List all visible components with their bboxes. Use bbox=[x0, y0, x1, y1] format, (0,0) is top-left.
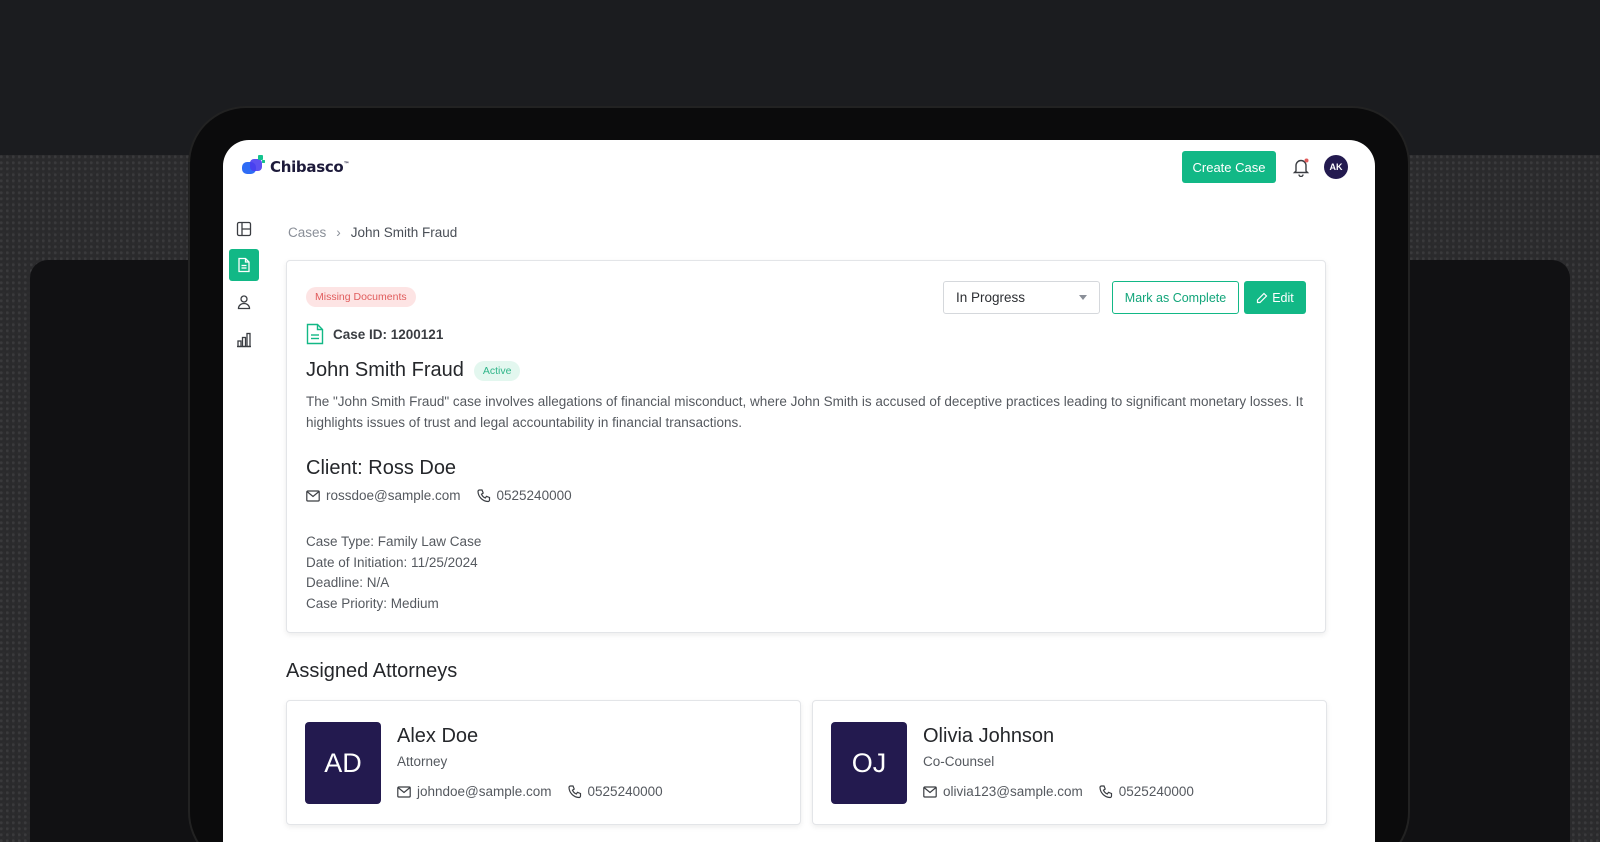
case-priority: Case Priority: Medium bbox=[306, 595, 439, 611]
user-icon bbox=[237, 295, 251, 310]
logo-text: Chibasco™ bbox=[270, 158, 350, 176]
client-email-text: rossdoe@sample.com bbox=[326, 488, 461, 503]
case-status-value: In Progress bbox=[956, 290, 1026, 305]
app-logo[interactable]: Chibasco™ bbox=[241, 154, 349, 180]
attorney-card[interactable]: OJ Olivia Johnson Co-Counsel olivia123@s… bbox=[812, 700, 1327, 825]
case-details-list: Case Type: Family Law Case Date of Initi… bbox=[306, 532, 481, 614]
attorney-phone[interactable]: 0525240000 bbox=[1099, 784, 1194, 799]
breadcrumb-separator: › bbox=[336, 225, 341, 240]
assigned-attorneys-heading: Assigned Attorneys bbox=[286, 660, 458, 682]
case-title: John Smith Fraud bbox=[306, 359, 464, 381]
layout-icon bbox=[236, 221, 252, 237]
mark-complete-button[interactable]: Mark as Complete bbox=[1112, 281, 1239, 314]
client-email[interactable]: rossdoe@sample.com bbox=[306, 488, 461, 503]
case-description: The "John Smith Fraud" case involves all… bbox=[306, 394, 1304, 430]
attorney-email[interactable]: johndoe@sample.com bbox=[397, 784, 552, 799]
phone-icon bbox=[567, 784, 581, 798]
breadcrumb-current: John Smith Fraud bbox=[350, 225, 458, 240]
attorney-avatar: OJ bbox=[831, 722, 907, 804]
case-title-row: John Smith Fraud Active bbox=[306, 359, 521, 382]
attorney-avatar: AD bbox=[305, 722, 381, 804]
client-phone-text: 0525240000 bbox=[496, 488, 572, 503]
sidebar-item-reports[interactable] bbox=[229, 324, 259, 356]
pencil-icon bbox=[1257, 292, 1268, 303]
client-phone[interactable]: 0525240000 bbox=[476, 488, 572, 503]
mail-icon bbox=[923, 785, 937, 798]
attorney-email-text: olivia123@sample.com bbox=[943, 784, 1083, 799]
phone-icon bbox=[1099, 784, 1112, 798]
case-details-card: Missing Documents In Progress Mark as Co… bbox=[286, 260, 1326, 633]
client-heading: Client: Ross Doe bbox=[306, 457, 457, 479]
phone-icon bbox=[476, 488, 490, 502]
edit-button-label: Edit bbox=[1272, 290, 1294, 305]
bell-icon[interactable] bbox=[1292, 157, 1310, 178]
deadline: Deadline: N/A bbox=[306, 575, 390, 590]
breadcrumb-cases-link[interactable]: Cases bbox=[288, 225, 326, 240]
attorney-role: Co-Counsel bbox=[923, 754, 995, 769]
create-case-button[interactable]: Create Case bbox=[1182, 151, 1276, 183]
attorney-contact-row: olivia123@sample.com 0525240000 bbox=[923, 784, 1194, 799]
sidebar-item-clients[interactable] bbox=[229, 286, 259, 318]
chevron-down-icon bbox=[1079, 295, 1087, 300]
mail-icon bbox=[306, 489, 320, 502]
case-id-row: Case ID: 1200121 bbox=[306, 323, 443, 345]
attorney-email[interactable]: olivia123@sample.com bbox=[923, 784, 1083, 799]
case-type: Case Type: Family Law Case bbox=[306, 534, 482, 549]
attorney-phone-text: 0525240000 bbox=[1118, 784, 1194, 799]
attorney-card[interactable]: AD Alex Doe Attorney johndoe@sample.com … bbox=[286, 700, 801, 825]
missing-documents-badge: Missing Documents bbox=[306, 287, 416, 307]
attorney-role: Attorney bbox=[397, 754, 448, 769]
document-icon bbox=[238, 257, 250, 273]
client-contact-row: rossdoe@sample.com 0525240000 bbox=[306, 488, 572, 503]
active-status-badge: Active bbox=[473, 360, 521, 381]
attorney-phone-text: 0525240000 bbox=[587, 784, 663, 799]
sidebar-item-cases[interactable] bbox=[229, 249, 259, 281]
breadcrumb: Cases › John Smith Fraud bbox=[288, 225, 457, 240]
document-icon bbox=[306, 323, 324, 345]
attorney-contact-row: johndoe@sample.com 0525240000 bbox=[397, 784, 663, 799]
user-avatar[interactable]: AK bbox=[1324, 155, 1348, 179]
case-id-text: Case ID: 1200121 bbox=[333, 326, 444, 342]
attorney-name: Alex Doe bbox=[397, 725, 479, 747]
mail-icon bbox=[397, 785, 411, 798]
date-of-initiation: Date of Initiation: 11/25/2024 bbox=[306, 554, 478, 570]
attorney-email-text: johndoe@sample.com bbox=[417, 784, 552, 799]
attorney-phone[interactable]: 0525240000 bbox=[567, 784, 663, 799]
case-status-select[interactable]: In Progress bbox=[943, 281, 1100, 314]
app-screen: Chibasco™ Create Case AK Cases › John Sm… bbox=[223, 140, 1375, 842]
logo-mark-icon bbox=[241, 154, 267, 180]
bar-chart-icon bbox=[237, 332, 251, 348]
attorney-name: Olivia Johnson bbox=[923, 725, 1055, 747]
sidebar-item-dashboard[interactable] bbox=[229, 213, 259, 245]
edit-button[interactable]: Edit bbox=[1244, 281, 1306, 314]
